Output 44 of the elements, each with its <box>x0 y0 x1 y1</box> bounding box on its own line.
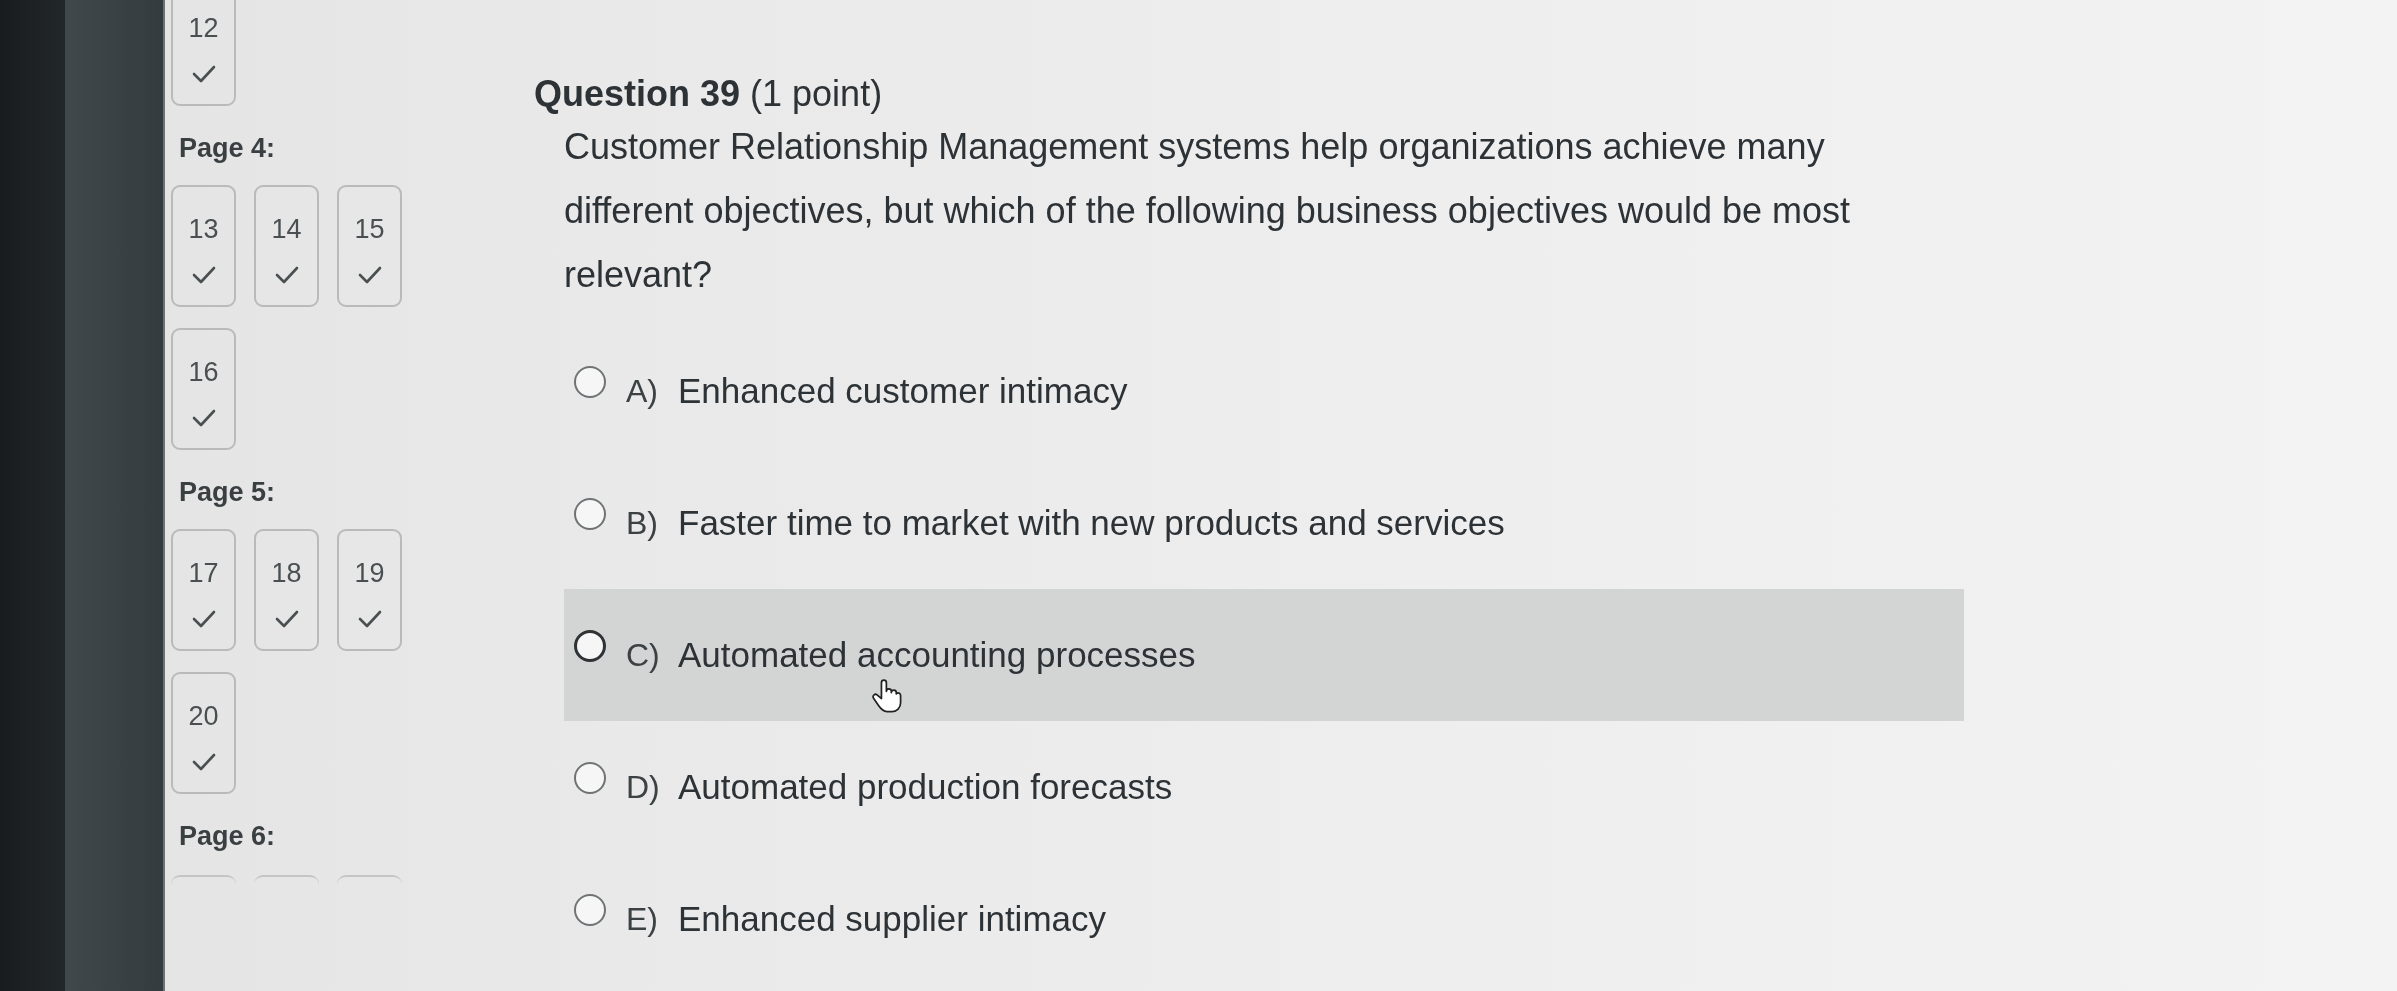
option-text: Enhanced customer intimacy <box>678 371 1128 411</box>
hand-cursor-icon <box>872 679 902 713</box>
option-text: Automated production forecasts <box>678 767 1173 807</box>
check-icon <box>191 753 216 771</box>
page-label: Page 6: <box>179 820 277 852</box>
question-tile[interactable]: 16 <box>171 328 236 450</box>
check-icon <box>191 65 216 83</box>
radio-button[interactable] <box>574 498 606 530</box>
radio-button[interactable] <box>574 762 606 794</box>
page-label: Page 4: <box>179 132 277 164</box>
check-icon <box>274 610 299 628</box>
answer-option[interactable]: B) Faster time to market with new products and services <box>564 457 1964 589</box>
check-icon <box>191 266 216 284</box>
option-letter: C) <box>626 636 661 674</box>
answer-option[interactable]: E) Enhanced supplier intimacy <box>564 853 1964 985</box>
question-tile[interactable]: 15 <box>337 185 402 307</box>
question-title: Question 39 (1 point) <box>534 73 884 115</box>
radio-button[interactable] <box>574 894 606 926</box>
question-tile[interactable]: 14 <box>254 185 319 307</box>
answer-option[interactable]: C) Automated accounting processes <box>564 589 1964 721</box>
page-label: Page 5: <box>179 476 277 508</box>
check-icon <box>357 266 382 284</box>
check-icon <box>191 409 216 427</box>
option-letter: D) <box>626 768 661 806</box>
radio-button[interactable] <box>574 630 606 662</box>
question-tile[interactable]: 19 <box>337 529 402 651</box>
option-text: Faster time to market with new products and services <box>678 503 1505 543</box>
answer-option[interactable]: A) Enhanced customer intimacy <box>564 325 1964 457</box>
check-icon <box>357 610 382 628</box>
option-letter: B) <box>626 504 659 542</box>
question-tile[interactable]: 17 <box>171 529 236 651</box>
check-icon <box>274 266 299 284</box>
question-tile[interactable]: 18 <box>254 529 319 651</box>
question-tile[interactable]: 20 <box>171 672 236 794</box>
option-letter: A) <box>626 372 659 410</box>
question-tile[interactable]: 12 <box>171 0 236 106</box>
option-letter: E) <box>626 900 659 938</box>
radio-button[interactable] <box>574 366 606 398</box>
question-text: Customer Relationship Management systems help organizations achieve many different objectives, but which of the following business objectives would be most relevant? <box>564 125 1852 297</box>
option-text: Enhanced supplier intimacy <box>678 899 1106 939</box>
answer-option[interactable]: D) Automated production forecasts <box>564 721 1964 853</box>
check-icon <box>191 610 216 628</box>
option-text: Automated accounting processes <box>678 635 1196 675</box>
question-tile[interactable]: 13 <box>171 185 236 307</box>
